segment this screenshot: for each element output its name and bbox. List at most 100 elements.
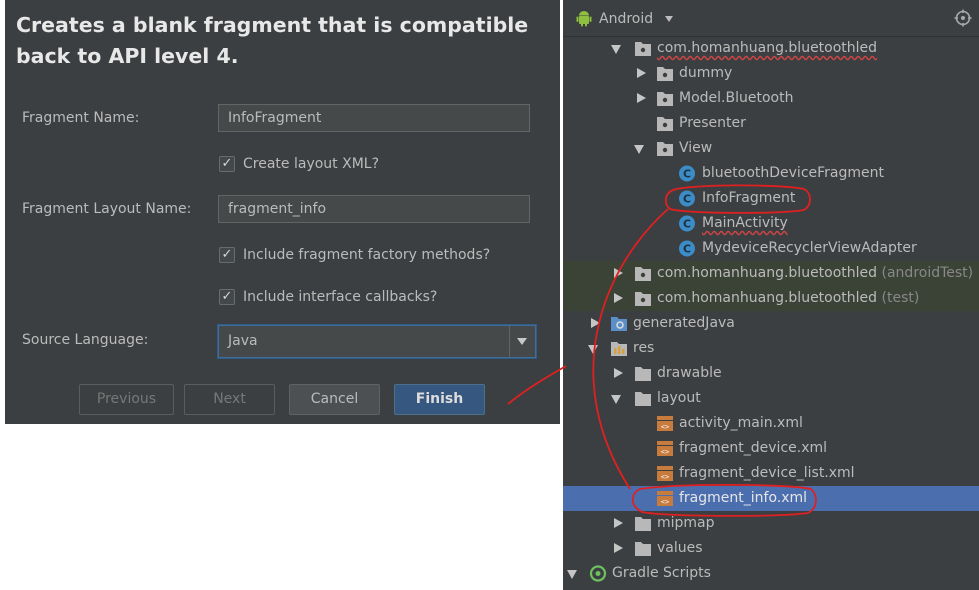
tree-item-label: com.homanhuang.bluetoothled (androidTest… — [657, 265, 974, 281]
collapse-arrow-icon[interactable] — [637, 93, 646, 103]
tree-item-layout[interactable]: layout — [563, 386, 979, 411]
checkmark-icon: ✓ — [221, 289, 233, 304]
factory-methods-checkbox-row[interactable]: ✓ Include fragment factory methods? — [219, 244, 490, 266]
tree-item-mipmap[interactable]: mipmap — [563, 511, 979, 536]
source-language-select[interactable]: Java — [218, 325, 536, 358]
collapse-arrow-icon[interactable] — [614, 543, 623, 553]
tree-item-label: Presenter — [679, 115, 746, 131]
tree-item-label: View — [679, 140, 713, 156]
expand-arrow-icon[interactable] — [567, 570, 577, 579]
tree-item-package-test[interactable]: com.homanhuang.bluetoothled (test) — [563, 286, 979, 311]
tree-item-label: MainActivity — [702, 215, 788, 231]
folder-icon — [635, 367, 651, 381]
tree-item-layout-file[interactable]: <> activity_main.xml — [563, 411, 979, 436]
svg-text:C: C — [683, 243, 691, 256]
tree-item-label: res — [633, 340, 655, 356]
android-icon — [576, 11, 592, 27]
chevron-down-icon[interactable] — [665, 16, 673, 22]
folder-icon — [635, 542, 651, 556]
package-icon — [635, 267, 651, 281]
expand-arrow-icon[interactable] — [634, 145, 644, 154]
tree-item-res[interactable]: res — [563, 336, 979, 361]
svg-text:<>: <> — [661, 473, 669, 481]
create-layout-checkbox[interactable]: ✓ — [219, 156, 235, 172]
tree-item-gradle-scripts[interactable]: Gradle Scripts — [563, 561, 979, 586]
interface-callbacks-label: Include interface callbacks? — [243, 289, 438, 305]
svg-text:C: C — [683, 218, 691, 231]
tree-item-label: bluetoothDeviceFragment — [702, 165, 884, 181]
collapse-arrow-icon[interactable] — [614, 293, 623, 303]
tree-item-view[interactable]: View — [563, 136, 979, 161]
layout-xml-icon: <> — [657, 441, 673, 456]
tree-item-class[interactable]: C MainActivity — [563, 211, 979, 236]
layout-name-label: Fragment Layout Name: — [22, 201, 192, 217]
checkmark-icon: ✓ — [221, 247, 233, 262]
tree-item-model-bluetooth[interactable]: Model.Bluetooth — [563, 86, 979, 111]
tree-item-package-main[interactable]: com.homanhuang.bluetoothled — [563, 36, 979, 61]
project-view-label[interactable]: Android — [599, 0, 653, 38]
svg-text:<>: <> — [661, 498, 669, 506]
cancel-button[interactable]: Cancel — [289, 384, 380, 415]
tree-item-layout-file[interactable]: <> fragment_device_list.xml — [563, 461, 979, 486]
class-icon: C — [679, 190, 695, 207]
interface-callbacks-checkbox-row[interactable]: ✓ Include interface callbacks? — [219, 286, 437, 308]
create-layout-label: Create layout XML? — [243, 156, 380, 172]
class-icon: C — [679, 215, 695, 232]
tree-item-label: Model.Bluetooth — [679, 90, 794, 106]
factory-methods-checkbox[interactable]: ✓ — [219, 247, 235, 263]
finish-button[interactable]: Finish — [394, 384, 485, 415]
tree-item-class[interactable]: C bluetoothDeviceFragment — [563, 161, 979, 186]
dialog-title: Creates a blank fragment that is compati… — [16, 13, 529, 68]
project-panel: Android com.homanhuang.bluetoothled dumm… — [563, 0, 979, 590]
tree-item-label: MydeviceRecyclerViewAdapter — [702, 240, 917, 256]
class-icon: C — [679, 165, 695, 182]
collapse-arrow-icon[interactable] — [614, 368, 623, 378]
tree-item-label: generatedJava — [633, 315, 735, 331]
source-language-dropdown-button[interactable] — [509, 326, 535, 357]
create-layout-checkbox-row[interactable]: ✓ Create layout XML? — [219, 153, 379, 175]
previous-button[interactable]: Previous — [79, 384, 174, 415]
collapse-arrow-icon[interactable] — [614, 518, 623, 528]
package-icon — [657, 117, 673, 131]
tree-item-presenter[interactable]: Presenter — [563, 111, 979, 136]
locate-icon[interactable] — [954, 9, 972, 27]
svg-text:<>: <> — [661, 448, 669, 456]
package-icon — [635, 42, 651, 56]
tree-item-label: Gradle Scripts — [612, 565, 711, 581]
interface-callbacks-checkbox[interactable]: ✓ — [219, 289, 235, 305]
tree-item-generated-java[interactable]: generatedJava — [563, 311, 979, 336]
expand-arrow-icon[interactable] — [611, 45, 621, 54]
tree-item-label: mipmap — [657, 515, 715, 531]
collapse-arrow-icon[interactable] — [637, 68, 646, 78]
checkmark-icon: ✓ — [221, 156, 233, 171]
tree-item-layout-file[interactable]: <> fragment_device.xml — [563, 436, 979, 461]
new-fragment-dialog: Creates a blank fragment that is compati… — [5, 0, 560, 424]
layout-xml-icon: <> — [657, 416, 673, 431]
svg-text:C: C — [683, 168, 691, 181]
tree-item-layout-file-selected[interactable]: <> fragment_info.xml — [563, 486, 979, 511]
layout-xml-icon: <> — [657, 491, 673, 506]
tree-item-class[interactable]: C InfoFragment — [563, 186, 979, 211]
package-icon — [657, 67, 673, 81]
tree-item-class[interactable]: C MydeviceRecyclerViewAdapter — [563, 236, 979, 261]
source-language-value: Java — [228, 333, 258, 349]
tree-item-dummy[interactable]: dummy — [563, 61, 979, 86]
folder-icon — [635, 392, 651, 406]
tree-item-package-android-test[interactable]: com.homanhuang.bluetoothled (androidTest… — [563, 261, 979, 286]
layout-name-input[interactable]: fragment_info — [218, 195, 530, 223]
package-icon — [657, 92, 673, 106]
next-button[interactable]: Next — [184, 384, 275, 415]
tree-item-label: InfoFragment — [702, 190, 796, 206]
layout-xml-icon: <> — [657, 466, 673, 481]
fragment-name-input[interactable]: InfoFragment — [218, 104, 530, 132]
class-icon: C — [679, 240, 695, 257]
expand-arrow-icon[interactable] — [611, 395, 621, 404]
collapse-arrow-icon[interactable] — [614, 268, 623, 278]
expand-arrow-icon[interactable] — [588, 345, 598, 354]
folder-icon — [635, 517, 651, 531]
svg-text:C: C — [683, 193, 691, 206]
collapse-arrow-icon[interactable] — [591, 318, 600, 328]
package-icon — [635, 292, 651, 306]
tree-item-values[interactable]: values — [563, 536, 979, 561]
tree-item-drawable[interactable]: drawable — [563, 361, 979, 386]
